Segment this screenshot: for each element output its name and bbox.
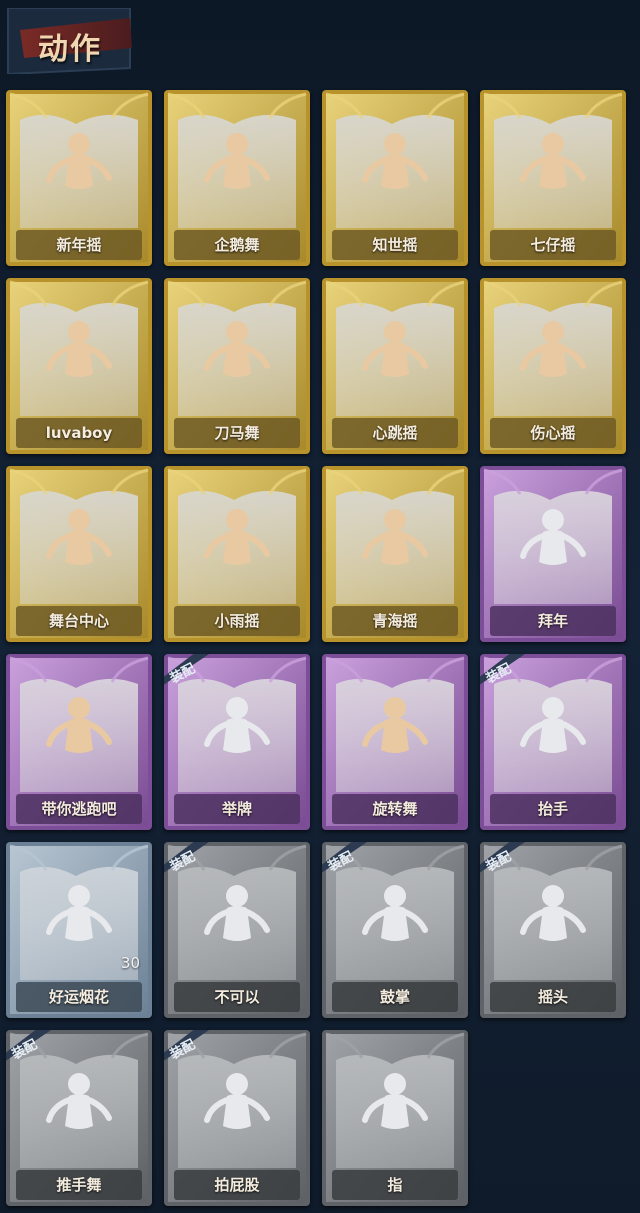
emote-label: 举牌: [221, 800, 252, 818]
emote-label: 抬手: [537, 800, 568, 818]
sign-holder-icon: [204, 697, 270, 753]
emote-label: 不可以: [214, 988, 260, 1006]
firework-icon: [46, 885, 112, 941]
spin-dance-icon: [362, 697, 428, 753]
emote-label: 企鹅舞: [214, 236, 260, 254]
finger-wag-icon: [204, 885, 270, 941]
emote-card[interactable]: 伤心摇: [480, 278, 626, 454]
dancer-silhouette-icon: [362, 321, 428, 377]
emote-card[interactable]: 小雨摇: [164, 466, 310, 642]
butt-pat-icon: [204, 1073, 270, 1129]
emote-card[interactable]: 七仔摇: [480, 90, 626, 266]
emote-label: 拍屁股: [214, 1176, 260, 1194]
emote-card[interactable]: 好运烟花 30: [6, 842, 152, 1018]
emote-label: 旋转舞: [372, 800, 418, 818]
emote-label: 鼓掌: [379, 988, 410, 1006]
emote-card[interactable]: luvaboy: [6, 278, 152, 454]
dancer-silhouette-icon: [204, 133, 270, 189]
emote-label: 小雨摇: [214, 612, 260, 630]
emote-card[interactable]: 抬手 装配: [480, 654, 626, 830]
equipped-badge: 装配: [6, 1030, 54, 1063]
emote-label: 摇头: [537, 988, 568, 1006]
emote-label: 新年摇: [56, 236, 102, 254]
emote-label: 刀马舞: [214, 424, 260, 442]
point-icon: [362, 1073, 428, 1129]
dancer-silhouette-icon: [204, 509, 270, 565]
equipped-badge: 装配: [164, 842, 212, 875]
dancer-silhouette-icon: [46, 697, 112, 753]
emote-label: 推手舞: [56, 1176, 102, 1194]
emote-label: 知世摇: [372, 236, 418, 254]
emote-label: 七仔摇: [530, 236, 576, 254]
equipped-badge: 装配: [322, 842, 370, 875]
emote-card[interactable]: 拍屁股 装配: [164, 1030, 310, 1206]
dancer-silhouette-icon: [46, 133, 112, 189]
emote-card[interactable]: 鼓掌 装配: [322, 842, 468, 1018]
emote-card[interactable]: 新年摇: [6, 90, 152, 266]
dancer-silhouette-icon: [46, 321, 112, 377]
dancer-silhouette-icon: [362, 509, 428, 565]
emote-label: 舞台中心: [48, 612, 109, 630]
push-dance-icon: [46, 1073, 112, 1129]
section-header: 动作: [6, 7, 136, 76]
emote-label: 好运烟花: [48, 988, 109, 1006]
emote-card[interactable]: 举牌 装配: [164, 654, 310, 830]
dancer-silhouette-icon: [204, 321, 270, 377]
emote-card[interactable]: 不可以 装配: [164, 842, 310, 1018]
equipped-badge: 装配: [164, 1030, 212, 1063]
item-count: 30: [120, 954, 140, 972]
emote-label: 伤心摇: [530, 424, 576, 442]
raise-hand-icon: [520, 697, 586, 753]
emote-label: 指: [387, 1176, 403, 1194]
equipped-badge: 装配: [480, 654, 528, 687]
emote-card[interactable]: 推手舞 装配: [6, 1030, 152, 1206]
equipped-badge: 装配: [480, 842, 528, 875]
emote-card[interactable]: 拜年: [480, 466, 626, 642]
equipped-badge: 装配: [164, 654, 212, 687]
clap-icon: [362, 885, 428, 941]
emote-card[interactable]: 心跳摇: [322, 278, 468, 454]
dancer-silhouette-icon: [46, 509, 112, 565]
heart-hands-silhouette-icon: [520, 321, 586, 377]
page-title: 动作: [38, 32, 102, 67]
emote-label: 心跳摇: [372, 424, 418, 442]
emote-card[interactable]: 带你逃跑吧: [6, 654, 152, 830]
emote-label: 带你逃跑吧: [41, 800, 117, 818]
emote-card[interactable]: 企鹅舞: [164, 90, 310, 266]
emote-card[interactable]: 摇头 装配: [480, 842, 626, 1018]
bow-silhouette-icon: [520, 509, 586, 565]
emote-grid: 新年摇 企鹅舞 知世摇 七仔摇 luvaboy 刀马舞 心跳摇 伤心摇 舞台中心…: [6, 90, 634, 1210]
emote-card[interactable]: 指: [322, 1030, 468, 1206]
emote-card[interactable]: 旋转舞: [322, 654, 468, 830]
dancer-silhouette-icon: [520, 133, 586, 189]
emote-card[interactable]: 刀马舞: [164, 278, 310, 454]
emote-label: 拜年: [537, 612, 568, 630]
emote-label: luvaboy: [45, 424, 113, 442]
emote-card[interactable]: 知世摇: [322, 90, 468, 266]
dancer-silhouette-icon: [362, 133, 428, 189]
emote-card[interactable]: 青海摇: [322, 466, 468, 642]
head-shake-icon: [520, 885, 586, 941]
emote-card[interactable]: 舞台中心: [6, 466, 152, 642]
emote-label: 青海摇: [372, 612, 418, 630]
